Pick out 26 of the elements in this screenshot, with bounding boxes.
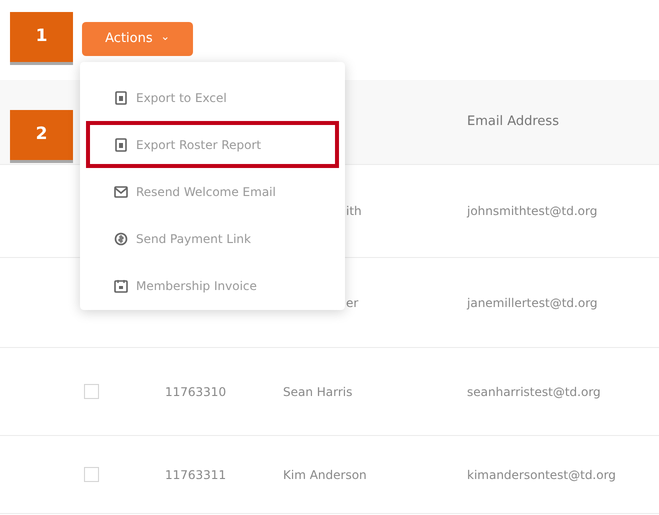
step-number-marker: 2 (10, 110, 73, 160)
table-cell-text: janemillertest@td.org (467, 294, 598, 312)
table-cell-text: johnsmithtest@td.org (467, 203, 598, 220)
step-number-marker: 1 (10, 12, 73, 62)
menu-item[interactable]: Send Payment Link (86, 216, 339, 263)
column-header: Email Address (467, 113, 559, 132)
calendar-icon (114, 279, 128, 294)
table-cell: 11763311 (165, 468, 226, 482)
document-icon (114, 90, 128, 105)
table-cell-text: Kim Anderson (283, 466, 367, 484)
menu-item[interactable]: Export Roster Report (86, 121, 339, 168)
menu-item[interactable]: Resend Welcome Email (86, 168, 339, 216)
table-cell-text: seanharristest@td.org (467, 384, 601, 400)
actions-button[interactable]: Actions ⌄ (82, 22, 193, 56)
table-cell-text: kimandersontest@td.org (467, 466, 616, 484)
row-checkbox[interactable] (84, 467, 99, 482)
menu-item[interactable]: Membership Invoice (86, 262, 339, 310)
table-cell-text: ith (346, 203, 362, 220)
dollar-coin-icon (114, 232, 128, 246)
table-cell: 11763310 (165, 384, 226, 398)
menu-item[interactable]: Export to Excel (86, 74, 339, 122)
table-cell-text: Sean Harris (283, 384, 352, 400)
document-icon (114, 138, 128, 152)
row-checkbox[interactable] (84, 384, 99, 399)
envelope-icon (114, 185, 128, 200)
table-cell-text: er (346, 294, 358, 312)
